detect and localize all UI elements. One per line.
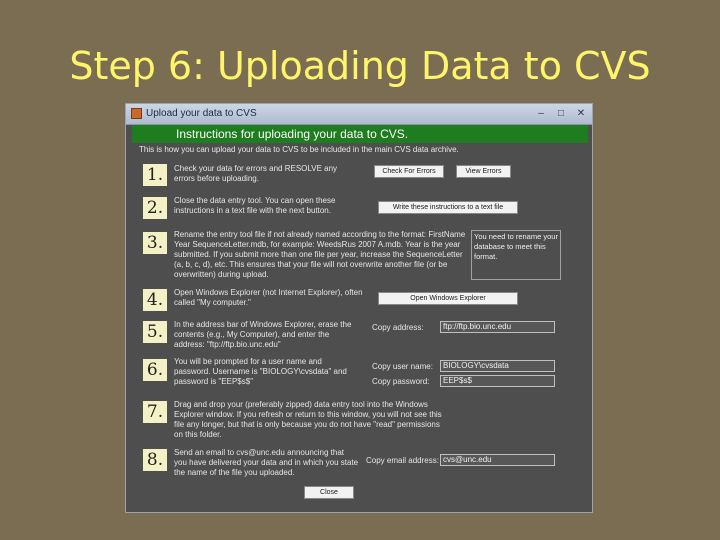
window-title: Upload your data to CVS	[146, 108, 257, 119]
step-number: 1.	[143, 164, 167, 186]
copy-address-field[interactable]: ftp://ftp.bio.unc.edu	[440, 321, 555, 333]
step-text: Check your data for errors and RESOLVE a…	[174, 164, 338, 183]
step-number: 2.	[143, 197, 167, 219]
close-window-button[interactable]: ✕	[574, 107, 588, 120]
step-number: 4.	[143, 289, 167, 311]
check-for-errors-button[interactable]: Check For Errors	[374, 165, 444, 178]
copy-email-label: Copy email address:	[366, 456, 439, 465]
step-number: 5.	[143, 321, 167, 343]
instructions-header: Instructions for uploading your data to …	[132, 125, 588, 143]
view-errors-button[interactable]: View Errors	[456, 165, 511, 178]
title-bar: Upload your data to CVS – □ ✕	[126, 104, 592, 125]
rename-tip: You need to rename your database to meet…	[471, 230, 561, 280]
open-windows-explorer-button[interactable]: Open Windows Explorer	[378, 292, 518, 305]
copy-username-label: Copy user name:	[372, 362, 433, 371]
copy-address-label: Copy address:	[372, 323, 424, 332]
step-text: Send an email to cvs@unc.edu announcing …	[174, 448, 359, 477]
step-number: 6.	[143, 359, 167, 381]
upload-dialog: Upload your data to CVS – □ ✕ Instructio…	[125, 103, 593, 513]
minimize-button[interactable]: –	[534, 107, 548, 120]
intro-text: This is how you can upload your data to …	[139, 145, 459, 154]
step-text: You will be prompted for a user name and…	[174, 357, 347, 386]
close-button[interactable]: Close	[304, 486, 354, 499]
step-number: 7.	[143, 401, 167, 423]
copy-password-label: Copy password:	[372, 377, 430, 386]
step-text: Rename the entry tool file if not alread…	[174, 230, 466, 279]
copy-username-field[interactable]: BIOLOGY\cvsdata	[440, 360, 555, 372]
instructions-heading: Instructions for uploading your data to …	[176, 127, 409, 141]
step-text: Close the data entry tool. You can open …	[174, 196, 336, 215]
write-instructions-button[interactable]: Write these instructions to a text file	[378, 201, 518, 214]
step-text: Open Windows Explorer (not Internet Expl…	[174, 288, 363, 307]
step-text: In the address bar of Windows Explorer, …	[174, 320, 352, 349]
maximize-button[interactable]: □	[554, 107, 568, 120]
step-number: 3.	[143, 232, 167, 254]
slide-title: Step 6: Uploading Data to CVS	[69, 44, 651, 88]
copy-email-field[interactable]: cvs@unc.edu	[440, 454, 555, 466]
step-number: 8.	[143, 449, 167, 471]
step-text: Drag and drop your (preferably zipped) d…	[174, 400, 442, 439]
app-icon	[131, 108, 142, 119]
copy-password-field[interactable]: EEP$s$	[440, 375, 555, 387]
